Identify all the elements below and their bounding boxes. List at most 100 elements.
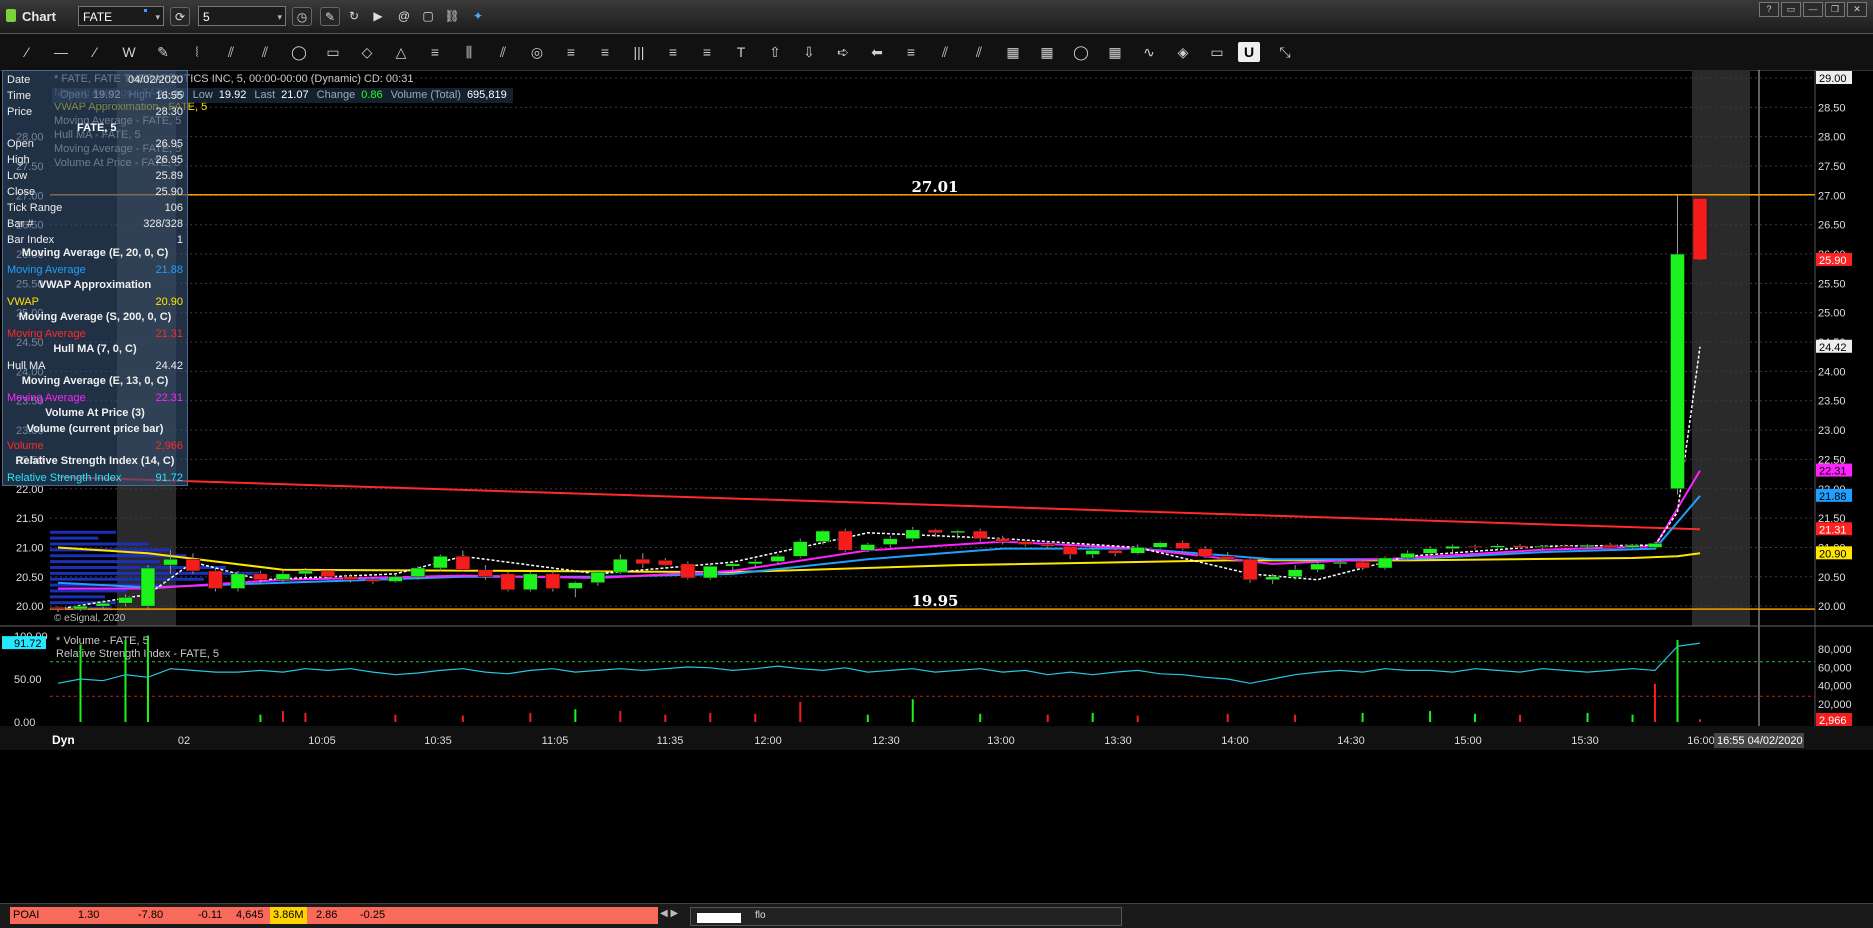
chevron-down-icon[interactable]: ▾ [277, 7, 282, 27]
candle-body [545, 573, 561, 589]
data-window[interactable]: Date 04/02/2020 Time 16:55 Price 28.30 FATE, 5… [2, 70, 188, 486]
price-chart[interactable]: 29.0028.5028.0027.5027.0026.5026.0025.50… [0, 70, 1873, 750]
drawing-tool-20-icon[interactable]: ≡ [694, 42, 720, 62]
candle-body [1467, 546, 1483, 548]
ticker-scroll-controls[interactable]: ◀ ▶ [660, 908, 678, 919]
data-window-study-value: 22.31 [155, 392, 183, 404]
symbol-input[interactable]: FATE ▾ [78, 6, 164, 26]
drawing-tool-14-icon[interactable]: ⫽ [490, 42, 516, 62]
candle [1377, 556, 1393, 570]
drawing-tool-13-icon[interactable]: ⫼ [456, 42, 482, 62]
pencil-button[interactable]: ✎ [320, 7, 340, 26]
drawing-tool-26-icon[interactable]: ≡ [898, 42, 924, 62]
chevron-down-icon[interactable]: ▾ [155, 7, 160, 27]
drawing-tool-4-icon[interactable]: ✎ [150, 42, 176, 62]
drawing-tool-33-icon[interactable]: ∿ [1136, 42, 1162, 62]
data-window-key: Open [7, 138, 34, 150]
candle-body [298, 570, 313, 575]
candle-body [1377, 557, 1393, 569]
info-label: Low [192, 89, 213, 101]
drawing-tool-9-icon[interactable]: ▭ [320, 42, 346, 62]
drawing-tool-25-icon[interactable]: ⬅ [864, 42, 890, 62]
candle [230, 570, 246, 592]
drawing-tool-21-icon[interactable]: T [728, 42, 754, 62]
ticker-symbol: POAI [13, 909, 40, 921]
data-window-row: High 26.95 [7, 153, 183, 167]
candle [613, 554, 628, 574]
interval-input[interactable]: 5 ▾ [198, 6, 286, 26]
drawing-tool-34-icon[interactable]: ◈ [1170, 42, 1196, 62]
restore-small-button[interactable]: ▭ [1781, 2, 1801, 17]
chat-button[interactable]: ▢ [418, 7, 438, 26]
drawing-tool-11-icon[interactable]: △ [388, 42, 414, 62]
drawing-tool-30-icon[interactable]: ▦ [1034, 42, 1060, 62]
maximize-button[interactable]: ❐ [1825, 2, 1845, 17]
drawing-tool-17-icon[interactable]: ≡ [592, 42, 618, 62]
candle-body [1557, 546, 1573, 548]
drawing-tool-23-icon[interactable]: ⇩ [796, 42, 822, 62]
candle [433, 554, 448, 571]
minimize-button[interactable]: — [1803, 2, 1823, 17]
drawing-tool-0-icon[interactable]: ⁄ [14, 42, 40, 62]
data-window-study-value: 91.72 [155, 472, 183, 484]
drawing-tool-18-icon[interactable]: ||| [626, 42, 652, 62]
play-button[interactable]: ▶ [368, 7, 388, 26]
volume-axis-tick: 80,000 [1818, 644, 1852, 656]
drawing-tool-37-icon[interactable]: ⤡ [1272, 42, 1298, 62]
drawing-tool-16-icon[interactable]: ≡ [558, 42, 584, 62]
data-window-key: Time [7, 90, 32, 102]
close-button[interactable]: ✕ [1847, 2, 1867, 17]
secondary-panel[interactable]: flo [690, 907, 1122, 926]
session-shade [1692, 70, 1750, 626]
drawing-tool-19-icon[interactable]: ≡ [660, 42, 686, 62]
study-line [57, 476, 1701, 531]
data-window-study-row: Moving Average 21.31 [7, 327, 183, 341]
time-axis-tick: 12:30 [872, 735, 900, 747]
ticker-strip[interactable]: POAI 1.30 -7.80 -0.11 4,645 3.86M 2.86 -… [10, 907, 658, 924]
candle-body [1062, 546, 1078, 555]
drawing-tool-8-icon[interactable]: ◯ [286, 42, 312, 62]
drawing-tool-2-icon[interactable]: ⁄ [82, 42, 108, 62]
candle [1152, 541, 1168, 549]
drawing-tool-7-icon[interactable]: ⫽ [252, 42, 278, 62]
candle-body [73, 605, 88, 610]
volume-at-price-bar [50, 542, 149, 546]
drawing-tool-12-icon[interactable]: ≡ [422, 42, 448, 62]
data-window-study-header: Hull MA (7, 0, C) [53, 343, 137, 355]
drawing-tool-31-icon[interactable]: ◯ [1068, 42, 1094, 62]
data-window-key: Close [7, 186, 36, 198]
data-window-study-header: Moving Average (E, 20, 0, C) [21, 247, 169, 259]
candle-body [1670, 253, 1685, 490]
drawing-tool-5-icon[interactable]: ⦚ [184, 42, 210, 62]
refresh-button[interactable]: ⟳ [170, 7, 190, 26]
at-button[interactable]: @ [394, 7, 414, 26]
data-window-value: 25.90 [155, 186, 183, 198]
drawing-tool-28-icon[interactable]: ⫽ [966, 42, 992, 62]
drawing-tool-27-icon[interactable]: ⫽ [932, 42, 958, 62]
swirl-button[interactable]: ↻ [344, 7, 364, 26]
drawing-tool-6-icon[interactable]: ⫽ [218, 42, 244, 62]
help-button[interactable]: ? [1759, 2, 1779, 17]
twitter-button[interactable]: ✦ [468, 7, 488, 26]
drawing-tool-22-icon[interactable]: ⇧ [762, 42, 788, 62]
drawing-tool-29-icon[interactable]: ▦ [1000, 42, 1026, 62]
drawing-tool-35-icon[interactable]: ▭ [1204, 42, 1230, 62]
drawing-tool-10-icon[interactable]: ◇ [354, 42, 380, 62]
link-dot-icon [144, 9, 147, 12]
candle [1175, 540, 1190, 551]
info-value: 21.07 [281, 89, 309, 101]
candle [1445, 544, 1460, 553]
drawing-tool-24-icon[interactable]: ➪ [830, 42, 856, 62]
data-window-key: Low [7, 170, 28, 182]
link-button[interactable]: ⛓ [442, 7, 462, 26]
drawing-tool-36-icon[interactable]: U [1238, 42, 1260, 62]
drawing-tool-15-icon[interactable]: ◎ [524, 42, 550, 62]
candle-body [410, 567, 426, 578]
clock-button[interactable]: ◷ [292, 7, 312, 26]
drawing-tool-3-icon[interactable]: W [116, 42, 142, 62]
price-axis-tick: 27.00 [1818, 190, 1846, 202]
time-axis-tick: 10:05 [308, 735, 336, 747]
drawing-tool-32-icon[interactable]: ▦ [1102, 42, 1128, 62]
chart-area[interactable]: 29.0028.5028.0027.5027.0026.5026.0025.50… [0, 70, 1873, 750]
drawing-tool-1-icon[interactable]: — [48, 42, 74, 62]
